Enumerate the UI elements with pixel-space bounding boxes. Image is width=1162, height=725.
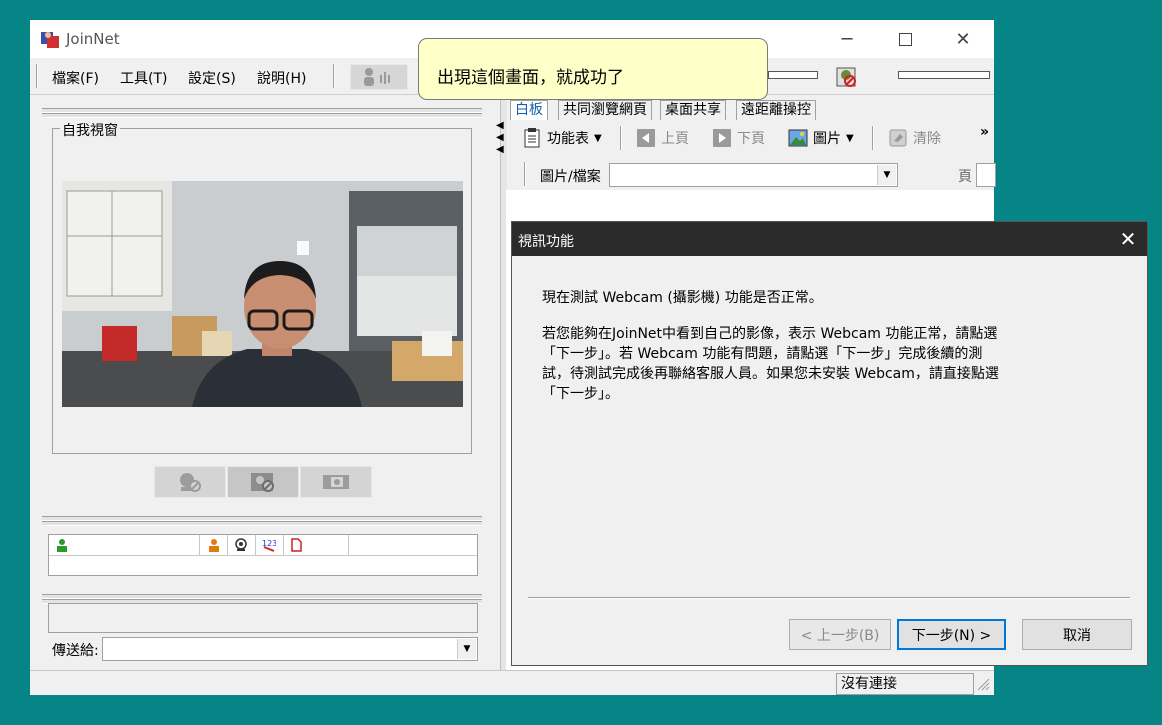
column-user[interactable]: [49, 535, 200, 555]
close-button[interactable]: ✕: [934, 20, 992, 58]
microphone-icon: [364, 68, 390, 86]
menubar-separator: [333, 64, 335, 88]
host-user-icon: [208, 539, 219, 552]
file-select[interactable]: ▼: [609, 163, 898, 187]
page-number-input[interactable]: [976, 163, 996, 187]
tab-whiteboard[interactable]: 白板: [510, 100, 548, 120]
webcam-icon: [235, 538, 247, 551]
video-user-off-button[interactable]: [227, 466, 299, 498]
dialog-intro-text: 現在測試 Webcam (攝影機) 功能是否正常。: [542, 290, 823, 306]
clear-label: 清除: [913, 131, 941, 147]
next-button[interactable]: 下一步(N) >: [897, 619, 1006, 650]
chat-message-input[interactable]: [48, 603, 478, 633]
toolbar-separator-2: [872, 126, 874, 150]
dialog-close-button[interactable]: ✕: [1115, 226, 1141, 252]
resize-grip-icon[interactable]: [976, 677, 990, 691]
tab-desktop-share[interactable]: 桌面共享: [660, 100, 726, 120]
svg-text:123: 123: [262, 539, 276, 548]
collapse-left-icon[interactable]: ◀ ◀ ◀: [496, 120, 504, 156]
document-icon: [291, 538, 302, 552]
video-function-dialog: 視訊功能 ✕ 現在測試 Webcam (攝影機) 功能是否正常。 若您能夠在Jo…: [511, 221, 1148, 666]
chevron-down-icon[interactable]: ▼: [457, 639, 476, 659]
whiteboard-menu-icon: [524, 128, 540, 148]
self-video-feed: [62, 181, 463, 407]
chevron-down-icon: ▼: [594, 132, 602, 144]
function-table-button[interactable]: 功能表 ▼: [522, 128, 602, 148]
column-video[interactable]: [227, 535, 256, 555]
participants-list[interactable]: 123: [48, 534, 478, 576]
video-snapshot-button[interactable]: [300, 466, 372, 498]
user-video-off-icon: [251, 473, 274, 492]
toolbar-overflow-button[interactable]: »: [980, 124, 989, 140]
prev-page-icon: [637, 129, 655, 147]
menu-help[interactable]: 說明(H): [257, 68, 306, 88]
clear-icon: [889, 129, 907, 147]
maximize-button[interactable]: [876, 20, 934, 58]
participants-header-groove-2: [42, 521, 482, 526]
menu-tools[interactable]: 工具(T): [120, 68, 167, 88]
cancel-button[interactable]: 取消: [1022, 619, 1132, 650]
callout-text: 出現這個畫面，就成功了: [437, 68, 624, 88]
menubar-grip: [36, 64, 38, 88]
camera-snapshot-icon: [323, 475, 349, 489]
page-label: 頁: [958, 169, 972, 185]
column-document[interactable]: [283, 535, 349, 555]
self-view-label: 自我視窗: [60, 120, 120, 140]
dialog-body-line-4: 「下一步」。: [542, 386, 619, 402]
picture-label: 圖片: [813, 131, 841, 147]
dialog-title: 視訊功能: [518, 234, 574, 250]
menu-settings[interactable]: 設定(S): [188, 68, 236, 88]
microphone-button[interactable]: [350, 64, 408, 90]
speaker-icon[interactable]: [835, 66, 857, 88]
back-button[interactable]: < 上一步(B): [789, 619, 891, 650]
dialog-body-line-3: 試，待測試完成後再聯絡客服人員。如果您未安裝 Webcam，請直接點選: [542, 366, 999, 382]
file-row: 圖片/檔案 ▼ 頁: [510, 160, 996, 190]
user-icon: [57, 539, 67, 552]
send-to-label: 傳送給:: [52, 643, 99, 659]
connection-status: 沒有連接: [836, 673, 974, 695]
window-title: JoinNet: [66, 30, 120, 48]
column-phone[interactable]: 123: [255, 535, 284, 555]
dialog-body-line-1: 若您能夠在JoinNet中看到自己的影像，表示 Webcam 功能正常，請點選: [542, 326, 998, 342]
send-to-select[interactable]: ▼: [102, 637, 478, 661]
webcam-off-icon: [180, 473, 201, 492]
file-label: 圖片/檔案: [540, 169, 601, 185]
callout-annotation: 出現這個畫面，就成功了: [418, 38, 768, 100]
participants-list-header: 123: [49, 535, 477, 556]
toolbar-separator: [620, 126, 622, 150]
mic-volume-bar[interactable]: [768, 71, 818, 79]
tab-co-browse[interactable]: 共同瀏覽網頁: [558, 100, 652, 120]
video-camera-off-button[interactable]: [154, 466, 226, 498]
close-icon: ✕: [955, 28, 971, 50]
dialog-divider: [528, 597, 1130, 599]
status-bar: 沒有連接: [30, 670, 994, 695]
minimize-icon: ─: [841, 28, 853, 50]
next-page-icon: [713, 129, 731, 147]
file-row-grip: [524, 162, 526, 186]
picture-button[interactable]: 圖片 ▼: [788, 128, 854, 148]
next-page-button[interactable]: 下頁: [712, 128, 765, 148]
dialog-title-bar[interactable]: 視訊功能 ✕: [512, 222, 1147, 256]
chevron-down-icon: ▼: [846, 132, 854, 144]
left-pane-header-groove-2: [42, 113, 482, 118]
prev-page-label: 上頁: [661, 131, 689, 147]
webcam-image: [62, 181, 463, 407]
prev-page-button[interactable]: 上頁: [636, 128, 689, 148]
chevron-down-icon[interactable]: ▼: [877, 165, 896, 185]
joinnet-app-icon: [41, 32, 59, 48]
whiteboard-toolbar: 功能表 ▼ 上頁 下頁 圖片 ▼ 清除 »: [510, 122, 994, 154]
clear-button[interactable]: 清除: [888, 128, 941, 148]
picture-icon: [788, 129, 808, 147]
column-host[interactable]: [200, 535, 228, 555]
minimize-button[interactable]: ─: [818, 20, 876, 58]
dialog-body-line-2: 「下一步」。若 Webcam 功能有問題，請點選「下一步」完成後續的測: [542, 346, 983, 362]
maximize-icon: [898, 32, 912, 46]
menu-file[interactable]: 檔案(F): [52, 68, 99, 88]
function-table-label: 功能表: [547, 131, 589, 147]
next-page-label: 下頁: [737, 131, 765, 147]
close-icon: ✕: [1119, 227, 1137, 251]
tab-remote-control[interactable]: 遠距離操控: [736, 100, 816, 120]
speaker-volume-bar[interactable]: [898, 71, 990, 79]
phone-icon: 123: [262, 539, 276, 552]
